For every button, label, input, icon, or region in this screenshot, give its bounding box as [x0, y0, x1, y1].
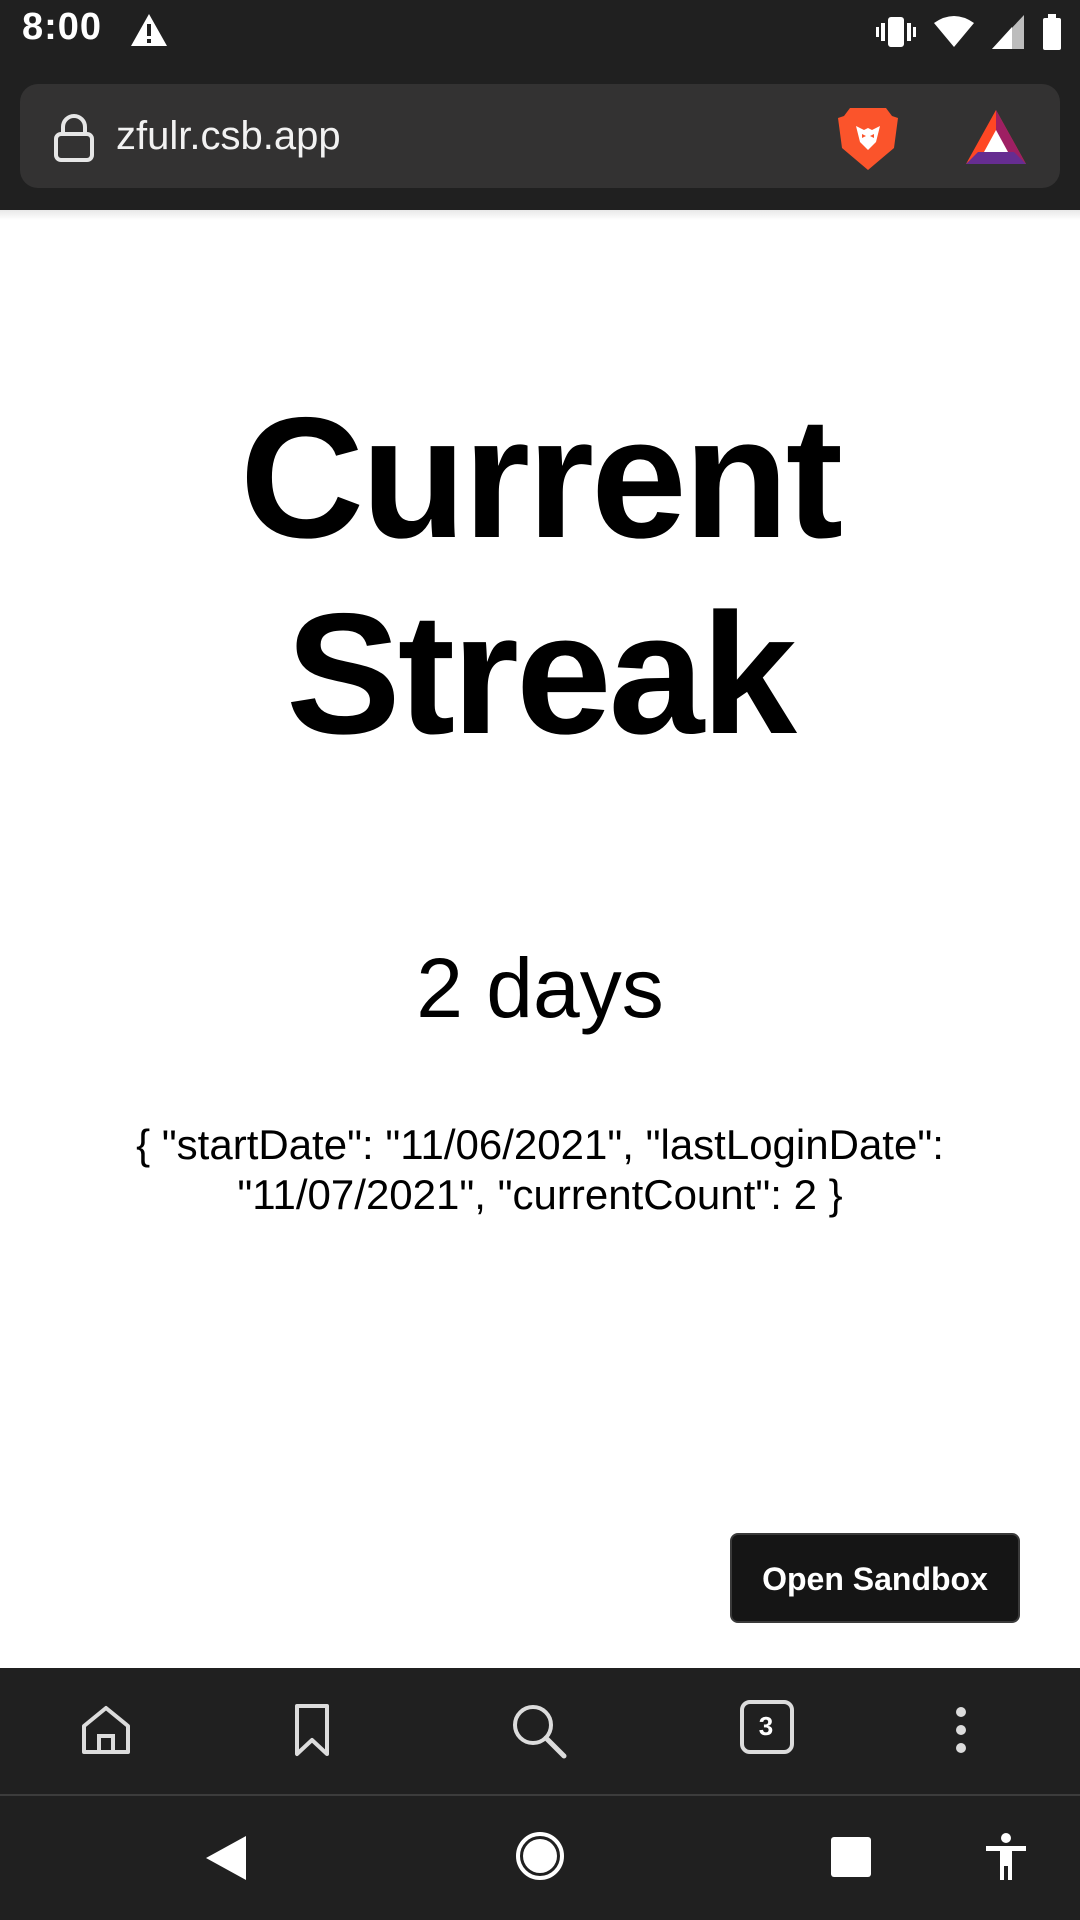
- streak-json: { "startDate": "11/06/2021", "lastLoginD…: [110, 1120, 970, 1220]
- brave-shields-icon[interactable]: [836, 104, 900, 172]
- status-bar: 8:00: [0, 0, 1080, 66]
- browser-toolbar: zfulr.csb.app: [0, 66, 1080, 210]
- toolbar-shadow: [0, 210, 1080, 220]
- signal-icon: [992, 15, 1024, 49]
- title-line-2: Streak: [286, 578, 797, 770]
- bookmark-icon[interactable]: [282, 1700, 342, 1760]
- accessibility-icon[interactable]: [984, 1832, 1028, 1887]
- json-line-1: { "startDate": "11/06/2021", "lastLoginD…: [136, 1121, 944, 1168]
- home-circle-icon[interactable]: [514, 1830, 566, 1887]
- battery-icon: [1042, 14, 1062, 50]
- system-nav-bar: [0, 1796, 1080, 1920]
- url-text[interactable]: zfulr.csb.app: [116, 84, 341, 188]
- title-line-1: Current: [239, 382, 843, 574]
- open-sandbox-button[interactable]: Open Sandbox: [730, 1533, 1020, 1623]
- page-title: Current Streak: [0, 380, 1080, 772]
- back-icon[interactable]: [204, 1834, 248, 1887]
- streak-count: 2 days: [416, 941, 664, 1035]
- tabs-icon[interactable]: 3: [740, 1700, 800, 1760]
- lock-icon[interactable]: [52, 114, 96, 162]
- warning-icon: [130, 12, 168, 48]
- status-time: 8:00: [22, 6, 103, 48]
- url-bar[interactable]: zfulr.csb.app: [20, 84, 1060, 188]
- more-icon[interactable]: [946, 1700, 1006, 1760]
- recents-icon[interactable]: [830, 1836, 872, 1883]
- home-icon[interactable]: [76, 1700, 136, 1760]
- tab-count: 3: [758, 1711, 774, 1741]
- browser-bottom-bar: 3: [0, 1668, 1080, 1794]
- json-line-2: "11/07/2021", "currentCount": 2 }: [237, 1171, 843, 1218]
- wifi-icon: [934, 15, 974, 49]
- vibrate-icon: [876, 15, 916, 49]
- bat-rewards-icon[interactable]: [964, 108, 1028, 166]
- search-icon[interactable]: [508, 1700, 568, 1760]
